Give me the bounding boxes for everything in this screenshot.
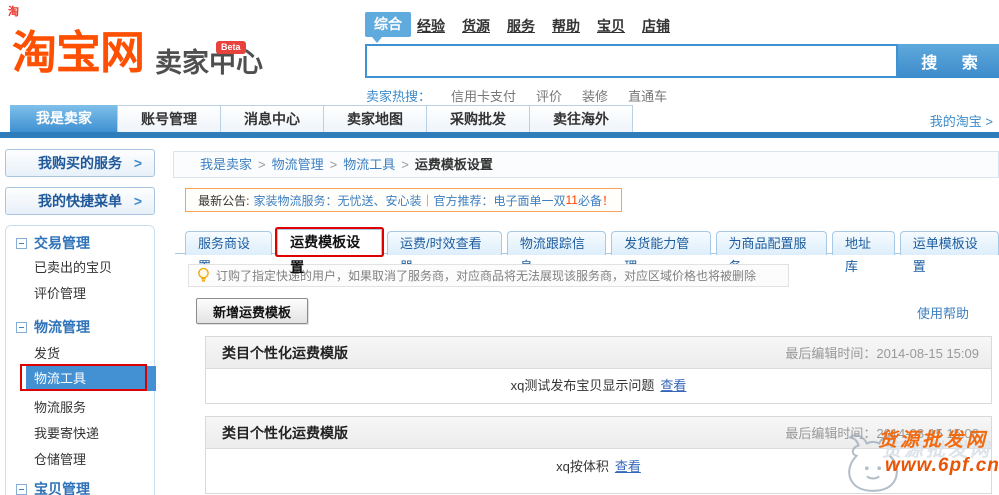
- announcement-bar: 最新公告: 家装物流服务：无忧送、安心装 ｜ 官方推荐：电子面单一双 11 必备！: [185, 188, 622, 212]
- hot-link-decoration[interactable]: 装修: [582, 86, 608, 105]
- hot-link-credit-card[interactable]: 信用卡支付: [451, 86, 516, 105]
- taobao-logo: 淘宝网: [12, 27, 145, 78]
- lightbulb-icon: [198, 267, 209, 282]
- template-name: xq按体积: [556, 459, 609, 474]
- my-quick-menu-label: 我的快捷菜单: [38, 193, 122, 209]
- chevron-right-icon: >: [133, 155, 142, 171]
- header-link-help[interactable]: 帮助: [552, 16, 580, 36]
- seller-center-page: 淘 淘宝网 卖家中心 Beta 综合 经验 货源 服务 帮助 宝贝 店铺 搜 索…: [0, 0, 999, 495]
- breadcrumb-separator: >: [401, 157, 409, 172]
- template-card-2: 类目个性化运费模版 最后编辑时间：2014-08-15 15:08 xq按体积查…: [205, 416, 992, 494]
- view-link[interactable]: 查看: [660, 378, 686, 393]
- announcement-link-ewaybill[interactable]: 官方推荐：电子面单一双: [433, 192, 565, 209]
- template-row: xq按体积 查看: [206, 449, 991, 493]
- announcement-divider: ｜: [421, 193, 434, 208]
- header-link-experience[interactable]: 经验: [417, 16, 445, 36]
- tab-waybill-template-settings[interactable]: 运单模板设置: [899, 231, 999, 274]
- header-nav-links: 经验 货源 服务 帮助 宝贝 店铺: [417, 16, 670, 36]
- my-purchased-services-button[interactable]: 我购买的服务 >: [5, 149, 155, 177]
- template-title: 类目个性化运费模版: [222, 424, 348, 441]
- announcement-link-home-logistics[interactable]: 家装物流服务：无忧送、安心装: [253, 192, 421, 209]
- breadcrumb-link-seller[interactable]: 我是卖家: [200, 157, 252, 172]
- tab-shipping-template-settings[interactable]: 运费模板设置: [277, 229, 383, 275]
- search-input[interactable]: [365, 44, 898, 78]
- help-link[interactable]: 使用帮助: [917, 303, 969, 322]
- main-nav-bar: 我是卖家 账号管理 消息中心 卖家地图 采购批发 卖往海外 我的淘宝 >: [0, 105, 999, 132]
- search-category-button[interactable]: 综合: [365, 12, 411, 37]
- sidebar-section-items[interactable]: 宝贝管理: [16, 478, 90, 495]
- beta-badge: Beta: [216, 41, 246, 54]
- nav-tab-account[interactable]: 账号管理: [117, 105, 221, 132]
- collapse-minus-icon[interactable]: [16, 321, 27, 333]
- breadcrumb-separator: >: [329, 157, 338, 172]
- header-link-shop[interactable]: 店铺: [642, 16, 670, 36]
- breadcrumb: 我是卖家 > 物流管理 > 物流工具 > 运费模板设置: [173, 151, 999, 178]
- sidebar-section-logistics[interactable]: 物流管理: [16, 316, 90, 338]
- seller-center-logo-text: 卖家中心: [155, 48, 263, 78]
- view-link[interactable]: 查看: [615, 459, 641, 474]
- sidebar-item-logistics-tools[interactable]: 物流工具: [26, 366, 156, 391]
- nav-tab-overseas[interactable]: 卖往海外: [529, 105, 633, 132]
- template-card-1: 类目个性化运费模版 最后编辑时间：2014-08-15 15:09 xq测试发布…: [205, 336, 992, 404]
- template-name: xq测试发布宝贝显示问题: [510, 378, 655, 393]
- sidebar-item-send-express[interactable]: 我要寄快递: [34, 424, 99, 444]
- hot-search-label: 卖家热搜：: [366, 89, 432, 104]
- hot-link-rating[interactable]: 评价: [536, 86, 562, 105]
- sidebar-section-trade[interactable]: 交易管理: [16, 232, 90, 254]
- template-card-header: 类目个性化运费模版 最后编辑时间：2014-08-15 15:09: [206, 337, 991, 369]
- mini-taobao-glyph: 淘: [8, 6, 19, 18]
- sidebar-item-logistics-services[interactable]: 物流服务: [34, 398, 86, 418]
- template-last-edited: 最后编辑时间：2014-08-15 15:08: [785, 426, 979, 441]
- nav-tab-message-center[interactable]: 消息中心: [220, 105, 324, 132]
- nav-tab-i-am-seller[interactable]: 我是卖家: [10, 105, 118, 132]
- nav-tab-seller-map[interactable]: 卖家地图: [323, 105, 427, 132]
- breadcrumb-link-logistics-mgmt[interactable]: 物流管理: [272, 157, 324, 172]
- tip-bar: 订购了指定快递的用户，如果取消了服务商，对应商品将无法展现该服务商，对应区域价格…: [188, 264, 789, 287]
- tab-logistics-tracking[interactable]: 物流跟踪信息: [506, 231, 607, 274]
- nav-tab-wholesale[interactable]: 采购批发: [426, 105, 530, 132]
- breadcrumb-current: 运费模板设置: [414, 157, 493, 172]
- header-link-supply[interactable]: 货源: [462, 16, 490, 36]
- new-shipping-template-button[interactable]: 新增运费模板: [196, 298, 309, 324]
- hot-search-row: 卖家热搜： 信用卡支付 评价 装修 直通车: [366, 86, 667, 105]
- breadcrumb-link-logistics-tools[interactable]: 物流工具: [343, 157, 395, 172]
- collapse-minus-icon[interactable]: [16, 237, 27, 249]
- tab-shipping-time-viewer[interactable]: 运费/时效查看器: [387, 231, 502, 274]
- template-card-header: 类目个性化运费模版 最后编辑时间：2014-08-15 15:08: [206, 417, 991, 449]
- hot-link-zhitongche[interactable]: 直通车: [628, 86, 667, 105]
- sidebar-item-rating-management[interactable]: 评价管理: [34, 284, 86, 304]
- sidebar-menu-panel: 交易管理 已卖出的宝贝 评价管理 物流管理 发货 物流工具 物流服务 我要寄快递…: [5, 225, 156, 495]
- header-link-service[interactable]: 服务: [507, 16, 535, 36]
- tab-shipping-capacity[interactable]: 发货能力管理: [611, 231, 711, 274]
- my-taobao-link[interactable]: 我的淘宝 >: [930, 111, 993, 130]
- nav-divider-strip: [0, 132, 999, 138]
- collapse-minus-icon[interactable]: [16, 483, 27, 495]
- sidebar-item-ship[interactable]: 发货: [34, 344, 60, 364]
- logistics-tool-tabs: 服务商设置 运费模板设置 运费/时效查看器 物流跟踪信息 发货能力管理 为商品配…: [185, 229, 999, 275]
- tab-configure-service-for-items[interactable]: 为商品配置服务: [715, 231, 828, 274]
- template-last-edited: 最后编辑时间：2014-08-15 15:09: [785, 346, 979, 361]
- tab-address-book[interactable]: 地址库: [832, 231, 895, 274]
- search-button[interactable]: 搜 索: [898, 44, 999, 78]
- sidebar-section-trade-label: 交易管理: [34, 235, 90, 251]
- category-pointer-icon: [372, 37, 382, 43]
- announcement-exclamation: ！: [601, 193, 614, 208]
- chevron-right-icon: >: [133, 193, 142, 209]
- announcement-link-ewaybill-tail[interactable]: 必备: [578, 192, 602, 209]
- sidebar-item-warehouse[interactable]: 仓储管理: [34, 450, 86, 470]
- announcement-label: 最新公告:: [198, 193, 250, 208]
- sidebar-section-logistics-label: 物流管理: [34, 319, 90, 335]
- breadcrumb-separator: >: [258, 157, 266, 172]
- sidebar-section-items-label: 宝贝管理: [34, 481, 90, 495]
- announcement-highlight-11: 11: [565, 193, 578, 207]
- my-purchased-services-label: 我购买的服务: [38, 155, 122, 171]
- header-link-item[interactable]: 宝贝: [597, 16, 625, 36]
- tab-service-provider-settings[interactable]: 服务商设置: [185, 231, 273, 274]
- my-quick-menu-button[interactable]: 我的快捷菜单 >: [5, 187, 155, 215]
- sidebar-item-sold-items[interactable]: 已卖出的宝贝: [34, 258, 112, 278]
- template-title: 类目个性化运费模版: [222, 344, 348, 361]
- template-row: xq测试发布宝贝显示问题 查看: [206, 369, 991, 403]
